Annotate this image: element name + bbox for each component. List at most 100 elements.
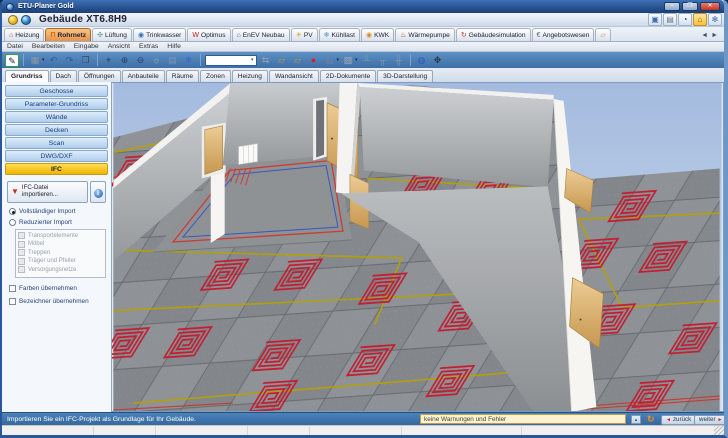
ribbon-tab-partial[interactable]: ▱: [595, 28, 610, 41]
menu-eingabe[interactable]: Eingabe: [74, 43, 99, 50]
tab-raeume[interactable]: Räume: [166, 70, 199, 82]
undo-icon[interactable]: ↶: [47, 54, 61, 67]
tab-2d-dokumente[interactable]: 2D-Dokumente: [320, 70, 376, 82]
door-west[interactable]: [205, 126, 223, 175]
checkbox-treppen[interactable]: Treppen: [18, 249, 103, 256]
back-arrow-icon: ◄: [666, 417, 671, 423]
next-button[interactable]: weiter ►: [694, 415, 727, 425]
tab-anbauteile[interactable]: Anbauteile: [122, 70, 165, 82]
menu-datei[interactable]: Datei: [7, 43, 23, 50]
sidebar-item-dwg-dxf[interactable]: DWG/DXF: [5, 150, 108, 162]
tab-dach[interactable]: Dach: [50, 70, 77, 82]
tab-heizung[interactable]: Heizung: [232, 70, 268, 82]
ifc-import-button[interactable]: ▼ IFC-Datei importieren...: [7, 181, 88, 203]
tab-grundriss[interactable]: Grundriss: [5, 70, 49, 82]
brightness-icon[interactable]: ☼: [150, 54, 164, 67]
checkbox-versorgungsnetze[interactable]: Versorgungsnetze: [18, 266, 103, 273]
wall-right-room-north[interactable]: [358, 83, 554, 187]
maximize-button[interactable]: ❐: [682, 2, 698, 11]
sidebar-item-decken[interactable]: Decken: [5, 124, 108, 136]
sidebar-item-parameter-grundriss[interactable]: Parameter-Grundriss: [5, 98, 108, 110]
resize-grip[interactable]: [714, 426, 724, 435]
warnings-box[interactable]: keine Warnungen und Fehler: [420, 414, 626, 424]
snowflake-icon[interactable]: ❋: [182, 54, 196, 67]
minimize-button[interactable]: –: [664, 2, 680, 11]
clock-icon[interactable]: ◔: [678, 13, 692, 26]
radiator[interactable]: [239, 144, 258, 165]
tab-oeffnungen[interactable]: Öffnungen: [78, 70, 121, 82]
sidebar-item-scan[interactable]: Scan: [5, 137, 108, 149]
collapse-warnings-icon[interactable]: ▲: [631, 415, 641, 424]
zoom-window-icon[interactable]: ⌖: [102, 54, 116, 67]
checkbox-traeger-und-pfeiler[interactable]: Träger und Pfeiler: [18, 258, 103, 265]
checkbox-bezeichner-uebernehmen[interactable]: Bezeichner übernehmen: [9, 298, 106, 305]
tab-wandansicht[interactable]: Wandansicht: [269, 70, 319, 82]
checkbox-farben-uebernehmen[interactable]: Farben übernehmen: [9, 285, 106, 292]
notes-icon[interactable]: ▤: [663, 13, 677, 26]
chevron-down-icon: ▾: [337, 57, 340, 63]
menu-extras[interactable]: Extras: [139, 43, 158, 50]
redo-icon[interactable]: ↷: [63, 54, 77, 67]
render-globe-icon[interactable]: ◍: [415, 54, 429, 67]
tab-zonen[interactable]: Zonen: [200, 70, 231, 82]
tab-3d-darstellung[interactable]: 3D-Darstellung: [377, 70, 433, 82]
folder-open-2-icon[interactable]: ▱: [291, 54, 305, 67]
radio-reduzierter-import[interactable]: Reduzierter Import: [9, 219, 106, 226]
scale-combobox[interactable]: ▾: [205, 55, 257, 66]
section-z-icon[interactable]: ╫: [392, 54, 406, 67]
pan-view-icon[interactable]: ✥: [431, 54, 445, 67]
settings-icon[interactable]: ✻: [708, 13, 722, 26]
checkbox-moebel[interactable]: Möbel: [18, 241, 103, 248]
close-button[interactable]: ✕: [700, 2, 720, 11]
info-button[interactable]: i: [90, 181, 106, 203]
align-icon[interactable]: ⇆: [259, 54, 273, 67]
globe-icon[interactable]: [21, 15, 31, 25]
ribbon-tab-trinkwasser[interactable]: ◉Trinkwasser: [133, 28, 186, 41]
screenshot-icon[interactable]: ▣: [648, 13, 662, 26]
folder-open-icon[interactable]: ▱: [275, 54, 289, 67]
tab-scroll-left-icon[interactable]: ◄: [701, 32, 708, 39]
ribbon-tab-gebaeudesimulation[interactable]: ↻Gebäudesimulation: [456, 28, 531, 41]
menu-bearbeiten[interactable]: Bearbeiten: [32, 43, 65, 50]
sidebar-item-ifc[interactable]: IFC: [5, 163, 108, 175]
angebot-icon: €: [537, 32, 541, 39]
checkbox-transportelemente[interactable]: Transportelemente: [18, 232, 103, 239]
building-3d-scene[interactable]: [112, 83, 723, 411]
zoom-out-icon[interactable]: ⊖: [134, 54, 148, 67]
ribbon-tab-rohrnetz[interactable]: ΠRohrnetz: [45, 28, 91, 41]
chevron-down-icon: ▾: [42, 57, 45, 63]
ribbon-tab-pv[interactable]: ☀PV: [291, 28, 318, 41]
sidebar-item-waende[interactable]: Wände: [5, 111, 108, 123]
tab-scroll-right-icon[interactable]: ►: [711, 32, 718, 39]
menu-hilfe[interactable]: Hilfe: [167, 43, 181, 50]
menu-ansicht[interactable]: Ansicht: [108, 43, 130, 50]
ribbon-tab-kwk[interactable]: ◉KWK: [361, 28, 394, 41]
ribbon-tab-heizung[interactable]: ⌂Heizung: [4, 28, 44, 41]
section-y-icon[interactable]: ╥: [376, 54, 390, 67]
sidebar-item-geschosse[interactable]: Geschosse: [5, 85, 108, 97]
radio-vollstaendiger-import[interactable]: Vollständiger Import: [9, 208, 106, 215]
ribbon-tab-kuehllast[interactable]: ❄Kühllast: [319, 28, 360, 41]
back-button[interactable]: ◄ zurück: [661, 415, 696, 425]
ribbon-tab-lueftung[interactable]: ✣Lüftung: [92, 28, 132, 41]
ribbon-tab-angebotswesen[interactable]: €Angebotswesen: [532, 28, 595, 41]
ribbon-tab-optimus[interactable]: WOptimus: [187, 28, 230, 41]
home-icon[interactable]: ⌂: [693, 13, 707, 26]
section-x-icon[interactable]: ╨: [360, 54, 374, 67]
status-bar: Importieren Sie ein IFC-Projekt als Grun…: [2, 412, 724, 425]
coin-icon[interactable]: [8, 15, 18, 25]
zoom-in-icon[interactable]: ⊕: [118, 54, 132, 67]
folder-tab-icon: ▱: [600, 31, 605, 39]
ribbon-tab-enev-neubau[interactable]: ⌂EnEV Neubau: [232, 28, 290, 41]
layers-icon[interactable]: ▤: [166, 54, 180, 67]
view-cube-dropdown-icon[interactable]: ▦: [28, 54, 42, 67]
waermepumpe-icon: ♨: [400, 31, 406, 39]
refresh-icon[interactable]: ↻: [647, 414, 655, 425]
viewport-3d[interactable]: [112, 82, 724, 412]
copy-icon[interactable]: ❐: [79, 54, 93, 67]
edit-pencil-icon[interactable]: ✎: [5, 54, 19, 67]
texture-dropdown-icon[interactable]: ▨: [341, 54, 355, 67]
ribbon-tab-waermepumpe[interactable]: ♨Wärmepumpe: [395, 28, 455, 41]
alert-icon[interactable]: ●: [307, 54, 321, 67]
background-image-dropdown-icon[interactable]: ▨: [323, 54, 337, 67]
